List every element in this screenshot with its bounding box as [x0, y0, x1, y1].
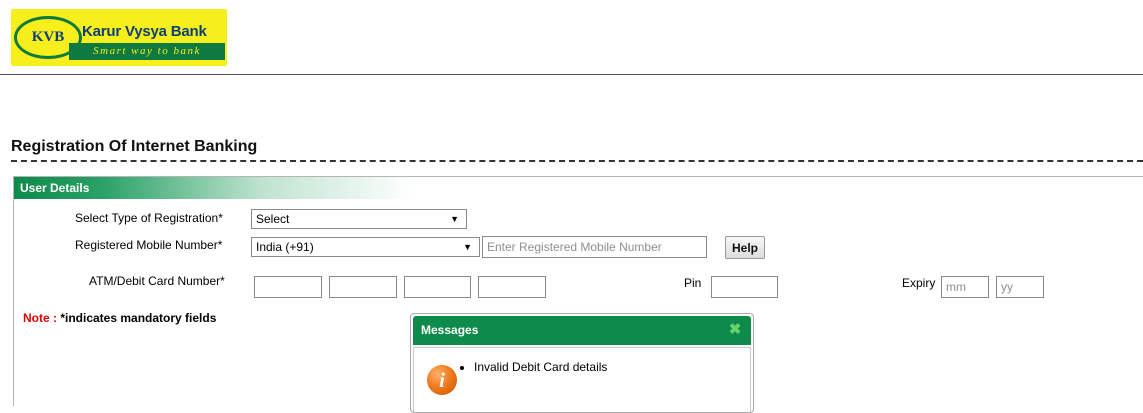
close-icon[interactable]: ✖: [728, 322, 742, 337]
card-number-part-3[interactable]: [404, 276, 471, 298]
messages-dialog: Messages ✖ i Invalid Debit Card details: [410, 313, 754, 413]
registration-type-label: Select Type of Registration*: [75, 211, 223, 225]
card-number-part-4[interactable]: [478, 276, 546, 298]
country-code-select[interactable]: India (+91) ▼: [251, 237, 480, 257]
mandatory-note: Note : *indicates mandatory fields: [23, 311, 216, 325]
mobile-number-label: Registered Mobile Number*: [75, 238, 223, 252]
message-item: Invalid Debit Card details: [474, 360, 607, 374]
logo-bank-name: Karur Vysya Bank: [82, 23, 207, 40]
card-number-part-1[interactable]: [254, 276, 322, 298]
expiry-month-input[interactable]: [941, 276, 989, 298]
registration-type-value: Select: [256, 212, 290, 226]
title-divider: [11, 160, 1143, 162]
country-code-value: India (+91): [256, 240, 314, 254]
mobile-number-input[interactable]: [482, 236, 707, 258]
panel-header: User Details: [14, 177, 414, 199]
expiry-label: Expiry: [902, 276, 936, 290]
message-list: Invalid Debit Card details: [454, 360, 607, 374]
info-icon: i: [427, 365, 457, 395]
logo-tagline: Smart way to bank: [69, 43, 225, 60]
expiry-year-input[interactable]: [996, 276, 1044, 298]
pin-label: Pin: [684, 276, 702, 290]
note-key: Note :: [23, 311, 57, 325]
dialog-body: i Invalid Debit Card details: [413, 347, 751, 412]
help-button[interactable]: Help: [725, 236, 765, 259]
note-text: *indicates mandatory fields: [57, 311, 217, 325]
bank-logo: KVB Karur Vysya Bank Smart way to bank: [11, 9, 227, 66]
dialog-header[interactable]: Messages ✖: [413, 316, 751, 345]
dropdown-arrow-icon: ▼: [450, 214, 459, 224]
registration-type-select[interactable]: Select ▼: [251, 209, 467, 229]
pin-input[interactable]: [711, 276, 778, 298]
card-number-label: ATM/Debit Card Number*: [89, 274, 225, 288]
dropdown-arrow-icon: ▼: [463, 242, 472, 252]
header-divider: [0, 74, 1143, 75]
dialog-title: Messages: [421, 323, 479, 337]
card-number-part-2[interactable]: [329, 276, 397, 298]
page-title: Registration Of Internet Banking: [11, 138, 258, 155]
